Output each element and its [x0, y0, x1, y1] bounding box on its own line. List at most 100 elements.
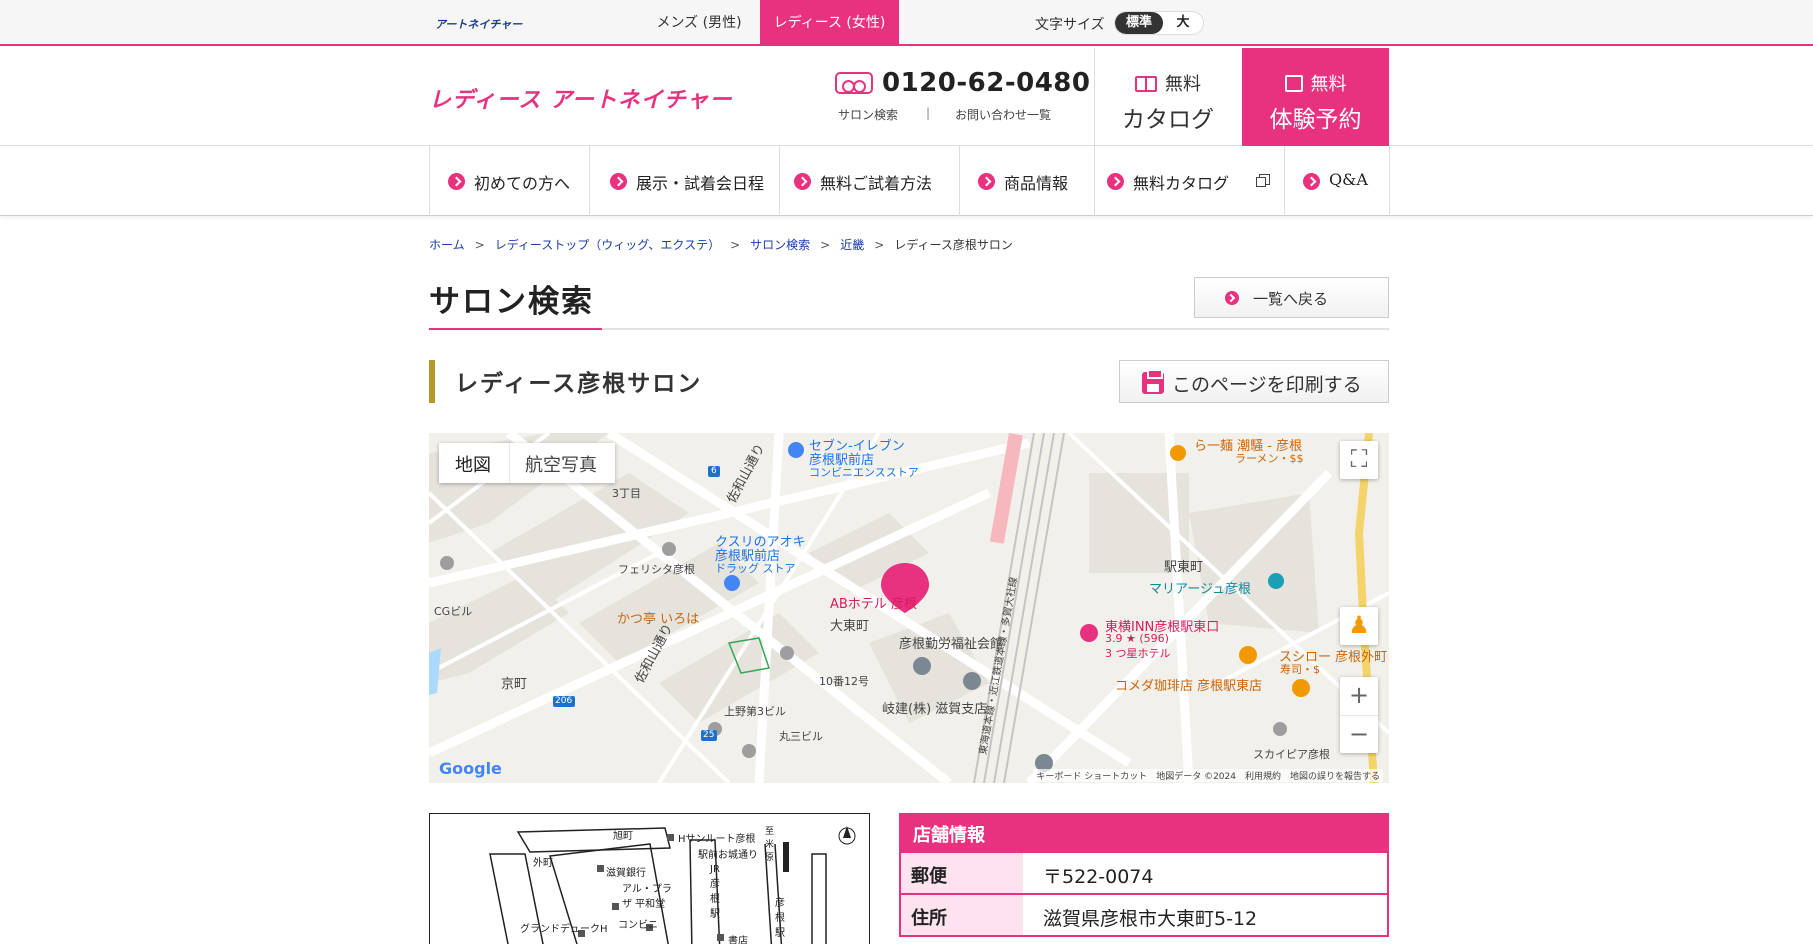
calendar-icon	[1284, 75, 1303, 92]
printer-icon	[1142, 369, 1164, 394]
arrow-circle-icon	[448, 173, 465, 190]
nav-item-qa[interactable]: Q&A	[1285, 146, 1390, 216]
map-label: 京町	[501, 677, 528, 692]
nav-item-products[interactable]: 商品情報	[960, 146, 1095, 216]
breadcrumb-kinki[interactable]: 近畿	[840, 238, 864, 252]
header-link-separator: |	[926, 106, 931, 120]
salon-search-link[interactable]: サロン検索	[838, 106, 898, 123]
arrow-circle-icon	[1107, 173, 1124, 190]
map-label[interactable]: マリアージュ彦根	[1149, 578, 1251, 597]
map-type-control: 地図 航空写真	[439, 443, 615, 483]
back-button-label: 一覧へ戻る	[1253, 290, 1329, 308]
corporate-logo[interactable]: アートネイチャー	[435, 16, 522, 32]
map-label: 3.9 ★ (596)	[1105, 632, 1169, 645]
map-label: 駅東町	[1164, 560, 1204, 575]
breadcrumb-salon-search[interactable]: サロン検索	[750, 238, 810, 252]
map-label[interactable]: フェリシタ彦根	[618, 561, 695, 577]
print-button-label: このページを印刷する	[1172, 374, 1362, 396]
global-nav: 初めての方へ 展示・試着会日程 無料ご試着方法 商品情報 無料カタログ Q&A	[0, 146, 1813, 216]
access-map-label: 滋賀銀行	[606, 868, 646, 879]
print-page-button[interactable]: このページを印刷する	[1119, 360, 1389, 403]
nav-item-exhibition-schedule[interactable]: 展示・試着会日程	[590, 146, 780, 216]
font-size-large-button[interactable]: 大	[1163, 12, 1203, 34]
map-label: 寿司・$	[1280, 663, 1320, 676]
nav-item-free-catalog[interactable]: 無料カタログ	[1095, 146, 1285, 216]
google-map[interactable]: 6 206 25 セブン-イレブン 彦根駅前店 コンビニエンスストア 佐和山通り…	[429, 433, 1389, 783]
breadcrumb: ホーム > レディーストップ（ウィッグ、エクステ） > サロン検索 > 近畿 > レディース彦根…	[429, 236, 1013, 253]
map-label: 3丁目	[612, 487, 641, 500]
map-type-divider	[509, 443, 510, 483]
tab-mens[interactable]: メンズ (男性)	[629, 0, 769, 46]
map-label: コンビニエンスストア	[809, 466, 919, 479]
freedial-icon	[835, 72, 873, 94]
map-label[interactable]: 岐建(株) 滋賀支店	[882, 698, 987, 717]
salon-name-heading: レディース彦根サロン	[455, 370, 703, 397]
map-label: ラーメン・$$	[1235, 452, 1304, 465]
top-utility-bar: アートネイチャー メンズ (男性) レディース (女性) 文字サイズ 標準 大	[0, 0, 1813, 46]
nav-label: 無料カタログ	[1133, 174, 1230, 193]
map-label[interactable]: ABホテル 彦根	[830, 593, 917, 612]
map-label[interactable]: 彦根勤労福祉会館	[899, 633, 1003, 652]
arrow-circle-icon	[978, 173, 995, 190]
breadcrumb-home[interactable]: ホーム	[429, 238, 465, 252]
access-map-label: アル・プラザ 平和堂	[622, 884, 672, 910]
postal-code-value: 〒522-0074	[1043, 866, 1154, 888]
site-header: レディース アートネイチャー 0120-62-0480 サロン検索 | お問い合…	[0, 48, 1813, 146]
table-row: 郵便 〒522-0074	[901, 853, 1387, 895]
fullscreen-icon[interactable]: ⛶	[1340, 441, 1378, 479]
tab-ladies[interactable]: レディース (女性)	[760, 0, 899, 46]
map-label[interactable]: スカイピア彦根	[1253, 746, 1330, 762]
arrow-circle-icon	[1303, 173, 1320, 190]
pegman-icon[interactable]: ♟	[1340, 607, 1378, 645]
map-type-map-button[interactable]: 地図	[455, 451, 491, 477]
brand-logo[interactable]: レディース アートネイチャー	[429, 82, 732, 114]
title-underline	[429, 328, 1389, 330]
map-footer[interactable]: キーボード ショートカット 地図データ ©2024 利用規約 地図の誤りを報告す…	[1033, 769, 1383, 782]
map-label[interactable]: CGビル	[434, 603, 472, 619]
catalog-label: カタログ	[1122, 107, 1214, 133]
nav-label: 無料ご試着方法	[820, 174, 933, 193]
back-to-list-button[interactable]: 一覧へ戻る	[1194, 277, 1389, 318]
phone-number[interactable]: 0120-62-0480	[882, 68, 1091, 98]
store-info-heading: 店舗情報	[899, 813, 1389, 853]
nav-item-free-trial-method[interactable]: 無料ご試着方法	[780, 146, 960, 216]
map-label[interactable]: コメダ珈琲店 彦根駅東店	[1115, 675, 1262, 694]
breadcrumb-separator: >	[820, 238, 831, 252]
nav-item-first-time[interactable]: 初めての方へ	[430, 146, 590, 216]
access-map-label: 至 米原	[765, 827, 775, 863]
free-catalog-button[interactable]: 無料 カタログ	[1094, 48, 1241, 146]
font-size-standard-button[interactable]: 標準	[1115, 12, 1163, 34]
breadcrumb-ladies-top[interactable]: レディーストップ（ウィッグ、エクステ）	[495, 238, 720, 252]
nav-label: 商品情報	[1004, 174, 1069, 193]
external-link-icon	[1256, 174, 1270, 187]
google-logo[interactable]: Google	[439, 759, 502, 778]
map-label[interactable]: 丸三ビル	[779, 728, 823, 744]
zoom-in-button[interactable]: +	[1340, 677, 1378, 715]
row-label: 郵便	[901, 853, 1023, 893]
map-type-satellite-button[interactable]: 航空写真	[525, 451, 597, 477]
nav-label: 初めての方へ	[474, 174, 571, 193]
map-label[interactable]: 10番12号	[819, 673, 869, 689]
map-label: ドラッグ ストア	[715, 562, 796, 575]
inquiry-list-link[interactable]: お問い合わせ一覧	[955, 106, 1051, 123]
font-size-toggle: 標準 大	[1114, 11, 1204, 35]
page-title: サロン検索	[429, 284, 594, 320]
zoom-out-button[interactable]: −	[1340, 715, 1378, 753]
access-map-label: 彦根駅	[775, 898, 785, 939]
route-shield-6: 6	[711, 466, 717, 476]
table-row: 住所 滋賀県彦根市大東町5-12	[901, 895, 1387, 937]
book-icon	[1135, 76, 1157, 92]
access-map-illustration: 旭町 Hサンルート彦根 駅前お城通り 外町 滋賀銀行 JR 彦根駅 アル・プラザ…	[429, 813, 870, 944]
access-map-label: Hサンルート彦根	[678, 834, 756, 845]
access-map-label: コンビニ	[618, 920, 658, 931]
free-trial-booking-button[interactable]: 無料 体験予約	[1242, 48, 1389, 146]
access-map-label: 旭町	[613, 831, 633, 842]
access-map-label: 書店	[728, 936, 748, 944]
map-label[interactable]: 上野第3ビル	[724, 703, 786, 719]
nav-label: 展示・試着会日程	[636, 174, 765, 193]
breadcrumb-current: レディース彦根サロン	[894, 238, 1013, 252]
access-map-label: 外町	[533, 858, 553, 869]
arrow-circle-icon	[610, 173, 627, 190]
map-label: 3 つ星ホテル	[1105, 647, 1171, 660]
store-info-table: 郵便 〒522-0074 住所 滋賀県彦根市大東町5-12	[899, 853, 1389, 937]
